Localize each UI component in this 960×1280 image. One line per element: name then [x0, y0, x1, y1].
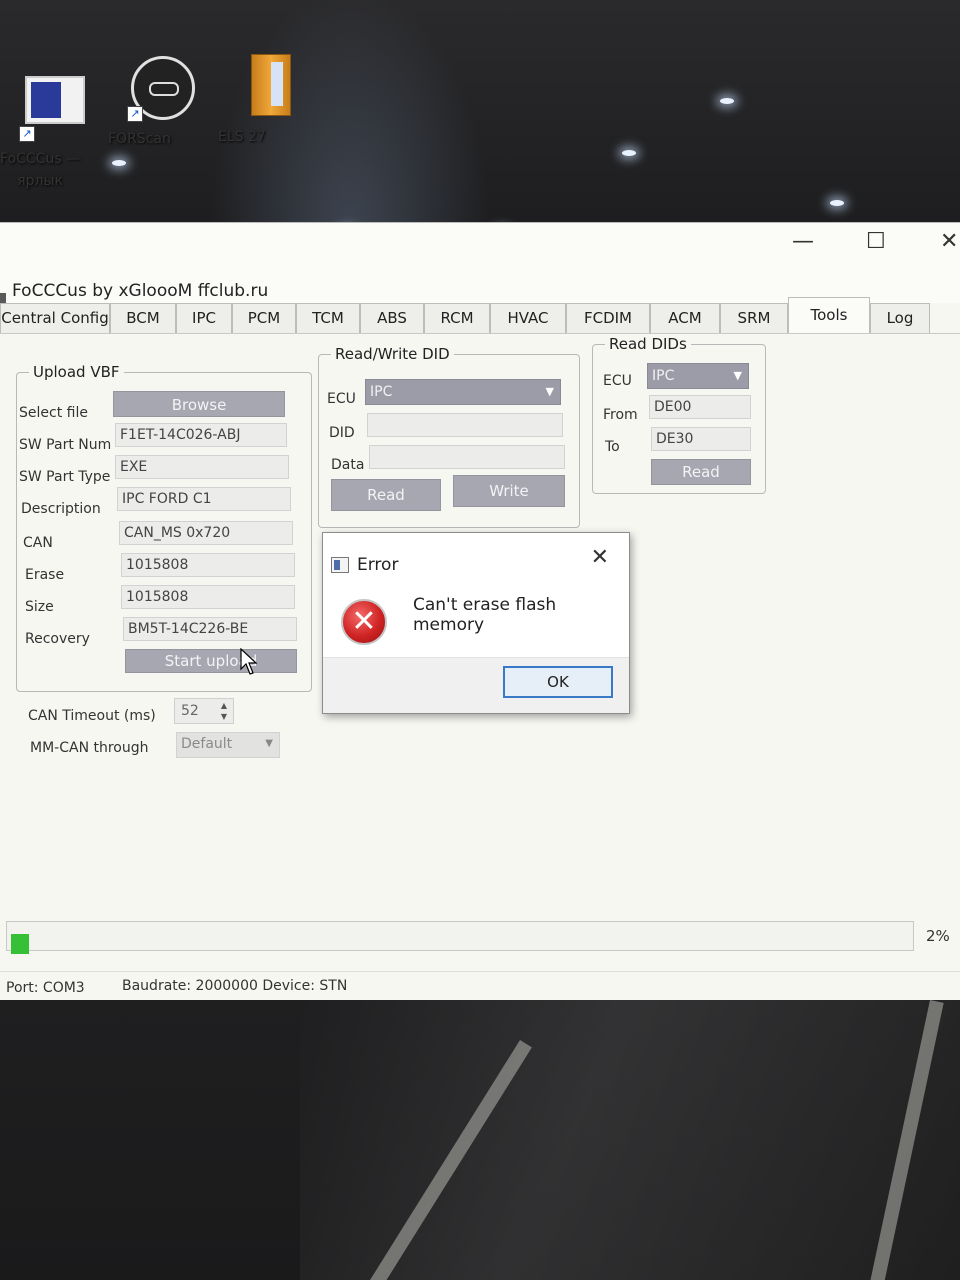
status-info: Baudrate: 2000000 Device: STN — [122, 978, 348, 994]
rw-ecu-value: IPC — [370, 384, 393, 400]
did-field[interactable] — [367, 413, 563, 437]
to-field[interactable]: DE30 — [651, 427, 751, 451]
wallpaper-light — [830, 200, 844, 206]
desktop-icon-label: FoCCCus — ярлык — [0, 151, 81, 189]
to-label: To — [605, 439, 620, 455]
tab-srm[interactable]: SRM — [720, 303, 788, 333]
foccus-app-icon: ↗ — [19, 76, 87, 142]
data-label: Data — [331, 457, 365, 473]
rw-ecu-select[interactable]: IPC ▼ — [365, 379, 561, 405]
tab-tcm[interactable]: TCM — [296, 303, 360, 333]
desktop-icon-forscan[interactable]: ↗ FORScan — [108, 56, 218, 147]
tab-rcm[interactable]: RCM — [424, 303, 490, 333]
error-icon: ✕ — [341, 599, 387, 645]
tab-pcm[interactable]: PCM — [232, 303, 296, 333]
read-dids-title: Read DIDs — [605, 335, 691, 353]
read-dids-group: Read DIDs ECU IPC ▼ From DE00 To DE30 Re… — [592, 335, 766, 494]
description-label: Description — [21, 501, 101, 517]
dialog-close-button[interactable]: ✕ — [591, 545, 609, 570]
status-bar: Port: COM3 Baudrate: 2000000 Device: STN — [0, 971, 960, 1001]
tab-ipc[interactable]: IPC — [176, 303, 232, 333]
can-timeout-spinner[interactable]: 52 ▲ ▼ — [174, 698, 234, 724]
progress-percent: 2% — [926, 927, 950, 945]
forscan-app-icon: ↗ — [127, 56, 195, 122]
rd-read-button[interactable]: Read — [651, 459, 751, 485]
desktop-icon-label: ELS 27 — [218, 129, 266, 145]
browse-button[interactable]: Browse — [113, 391, 285, 417]
status-port: Port: COM3 — [6, 980, 85, 996]
wallpaper-light — [622, 150, 636, 156]
shortcut-arrow-icon: ↗ — [127, 106, 143, 122]
progress-bar — [6, 921, 914, 954]
progress-fill — [11, 934, 29, 954]
tab-bcm[interactable]: BCM — [110, 303, 176, 333]
desktop-icon-els27[interactable]: ELS 27 — [218, 54, 328, 145]
size-label: Size — [25, 599, 54, 615]
tab-log[interactable]: Log — [870, 303, 930, 333]
sw-part-num-field[interactable]: F1ET-14C026-ABJ — [115, 423, 287, 447]
can-timeout-label: CAN Timeout (ms) — [28, 708, 156, 724]
upload-vbf-title: Upload VBF — [29, 363, 124, 381]
tab-fcdim[interactable]: FCDIM — [566, 303, 650, 333]
title-bar: FoCCCus by xGloooM ffclub.ru — ☐ ✕ — [0, 223, 960, 303]
spinner-arrows-icon[interactable]: ▲ ▼ — [217, 700, 231, 722]
els27-folder-icon — [241, 54, 305, 118]
rd-ecu-label: ECU — [603, 373, 632, 389]
rw-write-button[interactable]: Write — [453, 475, 565, 507]
sw-part-num-label: SW Part Num — [19, 437, 112, 453]
recovery-field[interactable]: BM5T-14C226-BE — [123, 617, 297, 641]
from-label: From — [603, 407, 638, 423]
can-timeout-value: 52 — [181, 703, 199, 719]
can-label: CAN — [23, 535, 53, 551]
wallpaper-light — [720, 98, 734, 104]
sw-part-type-field[interactable]: EXE — [115, 455, 289, 479]
sw-part-type-label: SW Part Type — [19, 469, 111, 485]
maximize-button[interactable]: ☐ — [866, 229, 886, 254]
mm-can-select[interactable]: Default ▼ — [176, 732, 280, 758]
mm-can-value: Default — [181, 736, 233, 752]
erase-label: Erase — [25, 567, 65, 583]
size-field[interactable]: 1015808 — [121, 585, 295, 609]
tab-tools[interactable]: Tools — [788, 297, 870, 333]
chevron-down-icon: ▼ — [733, 369, 742, 382]
ok-button[interactable]: OK — [503, 666, 613, 698]
dialog-title: Error — [357, 555, 399, 575]
did-label: DID — [329, 425, 355, 441]
chevron-down-icon: ▼ — [545, 385, 554, 398]
mouse-cursor-icon — [240, 648, 258, 675]
data-field[interactable] — [369, 445, 565, 469]
from-field[interactable]: DE00 — [649, 395, 751, 419]
rd-ecu-select[interactable]: IPC ▼ — [647, 363, 749, 389]
wallpaper-light — [112, 160, 126, 166]
dialog-message: Can't erase flash memory — [413, 595, 557, 635]
tab-hvac[interactable]: HVAC — [490, 303, 566, 333]
tab-central-config[interactable]: Central Config — [0, 303, 110, 333]
dialog-window-icon — [331, 557, 349, 573]
can-field[interactable]: CAN_MS 0x720 — [119, 521, 293, 545]
desktop-icon-foccus[interactable]: ↗ FoCCCus — ярлык — [0, 76, 110, 189]
dialog-footer: OK — [323, 657, 629, 713]
upload-vbf-group: Upload VBF Select file Browse SW Part Nu… — [16, 363, 312, 692]
read-write-did-group: Read/Write DID ECU IPC ▼ DID Data Read W… — [318, 345, 580, 528]
close-button[interactable]: ✕ — [940, 229, 958, 254]
chevron-down-icon: ▼ — [265, 738, 273, 749]
read-write-did-title: Read/Write DID — [331, 345, 454, 363]
desktop-icon-label: FORScan — [108, 131, 171, 147]
minimize-button[interactable]: — — [792, 229, 814, 254]
description-field[interactable]: IPC FORD C1 — [117, 487, 291, 511]
recovery-label: Recovery — [25, 631, 90, 647]
select-file-label: Select file — [19, 405, 88, 421]
tab-bar: Central Config BCM IPC PCM TCM ABS RCM H… — [0, 293, 960, 363]
tab-abs[interactable]: ABS — [360, 303, 424, 333]
error-dialog: Error ✕ ✕ Can't erase flash memory OK — [322, 532, 630, 714]
start-upload-button[interactable]: Start upload — [125, 649, 297, 673]
rw-read-button[interactable]: Read — [331, 479, 441, 511]
shortcut-arrow-icon: ↗ — [19, 126, 35, 142]
erase-field[interactable]: 1015808 — [121, 553, 295, 577]
mm-can-label: MM-CAN through — [30, 740, 149, 756]
rw-ecu-label: ECU — [327, 391, 356, 407]
tab-acm[interactable]: ACM — [650, 303, 720, 333]
rd-ecu-value: IPC — [652, 368, 675, 384]
